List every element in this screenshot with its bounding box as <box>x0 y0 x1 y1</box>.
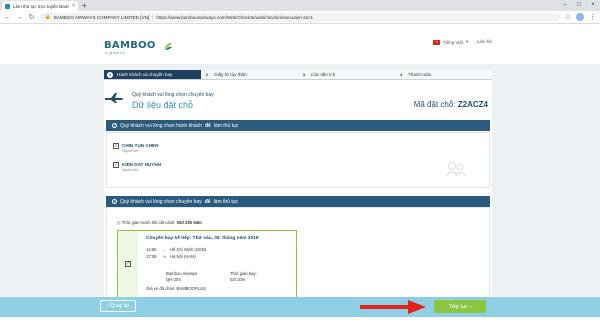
departure-row: 14:55 ○ Hồ Chí Minh (SGN) <box>146 247 206 252</box>
section-title: Quý khách vui lòng chọn chuyến bay <box>120 198 202 205</box>
flight-select-area[interactable]: ✓ <box>118 231 138 297</box>
airline-info: Bamboo Airways QH-204 <box>166 271 197 283</box>
airplane-icon <box>105 93 123 103</box>
arrival-plane-icon: ✈ <box>163 254 167 259</box>
favicon-icon <box>5 3 10 9</box>
people-icon <box>445 162 467 177</box>
browser-menu-icon[interactable]: ⋮ <box>589 13 596 21</box>
section-title-bold: để <box>205 122 211 129</box>
departure-time: 14:55 <box>146 247 157 252</box>
site-header: BAMBOO AIRWAYS Tiếng Việt ▾ Liên hệ <box>0 24 600 64</box>
new-tab-button[interactable]: + <box>82 1 87 10</box>
secure-site-label: BAMBOO AIRWAYS COMPANY LIMITED [VN] <box>53 14 150 20</box>
bamboo-leaf-icon <box>164 42 172 50</box>
check-circle-icon: ✓ <box>112 199 117 204</box>
section-title-bold: để <box>204 198 211 205</box>
step-number: 1 <box>107 71 113 78</box>
flight-list: ◷ Thời gian trước khi cất cánh: 00d 23h … <box>106 207 490 300</box>
step-label: Hành khách và chuyến bay <box>117 72 173 77</box>
url-text[interactable]: https://www.bamboosairways.com/Web/Check… <box>156 15 313 20</box>
close-window-button[interactable]: × <box>586 0 600 10</box>
section-title-end: làm thủ tục <box>213 198 239 205</box>
flight-duration: Thời gian bay: 02t 10m <box>230 271 257 283</box>
footer-action-bar <box>0 297 600 317</box>
chevron-down-icon: ▾ <box>466 39 469 44</box>
arrival-row: 17:05 ✈ Hà Nội (HAN) <box>146 254 196 259</box>
duration-value: 02t 10m <box>230 277 246 282</box>
passenger-name: KIEN DAT HUYNH <box>122 162 161 167</box>
passenger-type: Người lớn <box>122 149 139 153</box>
contact-link[interactable]: Liên hệ <box>477 39 492 44</box>
flight-option[interactable]: ✓ Chuyến bay kế tiếp: Thứ sáu, 05. tháng… <box>117 230 297 298</box>
lock-icon: 🔒 <box>45 14 51 19</box>
bookmark-star-icon[interactable]: ☆ <box>565 13 571 21</box>
progress-steps: 1 Hành khách và chuyến bay 2 Giấy tờ tùy… <box>104 70 492 80</box>
passenger-checkbox[interactable]: ✓ <box>113 162 119 168</box>
back-arrow-icon[interactable]: ← <box>4 14 11 21</box>
language-label: Tiếng Việt <box>443 39 464 45</box>
booking-subtitle: Quý khách vui lòng chọn chuyến bay <box>132 92 214 98</box>
time-left-label: Thời gian trước khi cất cánh: <box>121 220 176 225</box>
step-extras[interactable]: 3 Các tiện ích <box>298 70 395 80</box>
section-title: Quý khách vui lòng chọn hành khách <box>120 122 202 129</box>
departure-dot-icon: ○ <box>163 247 166 252</box>
logo-text: BAMBOO <box>104 40 156 51</box>
bamboo-logo[interactable]: BAMBOO AIRWAYS <box>104 40 172 55</box>
back-button[interactable]: ‹ Quay lại <box>100 300 136 312</box>
flight-number: QH-204 <box>166 277 181 282</box>
continue-button[interactable]: Tiếp tục › <box>434 300 486 313</box>
step-number: 4 <box>399 71 403 77</box>
step-label: Giấy tờ tùy thân <box>214 72 247 77</box>
step-number: 3 <box>302 71 306 77</box>
flights-section-header: ✓ Quý khách vui lòng chọn chuyến bay để … <box>106 196 490 207</box>
window-controls: – □ × <box>558 0 600 10</box>
booking-code-label: Mã đặt chỗ: <box>413 100 456 109</box>
browser-tab-bar: Làm thủ tục trực tuyến Bamboo ... × + – … <box>0 0 600 11</box>
minimize-button[interactable]: – <box>558 0 572 10</box>
vietnam-flag-icon <box>433 39 440 45</box>
tab-close-icon[interactable]: × <box>72 3 75 9</box>
reload-icon[interactable]: ↻ <box>28 13 35 21</box>
forward-arrow-icon[interactable]: → <box>16 14 23 21</box>
profile-avatar[interactable] <box>576 13 584 21</box>
time-left-value: 00d 23h 54m <box>176 220 202 225</box>
arrival-place: Hà Nội (HAN) <box>170 254 196 259</box>
flight-checkbox[interactable]: ✓ <box>125 261 131 267</box>
bottom-strip <box>0 317 600 325</box>
maximize-button[interactable]: □ <box>572 0 586 10</box>
booking-code-value: Z2ACZ4 <box>457 100 488 109</box>
section-title-end: làm thủ tục <box>213 122 239 129</box>
content-panel: Quý khách vui lòng chọn chuyến bay Dữ li… <box>104 80 492 300</box>
passenger-name: CHIN YUN CHEN <box>122 143 159 148</box>
step-payment[interactable]: 4 Thanh toán <box>395 70 492 80</box>
step-number: 2 <box>205 71 209 77</box>
passenger-type: Người lớn <box>122 168 139 172</box>
browser-tab[interactable]: Làm thủ tục trực tuyến Bamboo ... × <box>2 1 78 11</box>
arrival-time: 17:05 <box>146 254 157 259</box>
tab-title: Làm thủ tục trực tuyến Bamboo ... <box>13 3 69 9</box>
booking-code: Mã đặt chỗ: Z2ACZ4 <box>414 100 488 109</box>
passenger-item[interactable]: ✓ KIEN DAT HUYNH Người lớn <box>113 162 161 172</box>
check-circle-icon: ✓ <box>112 123 117 128</box>
language-selector[interactable]: Tiếng Việt ▾ <box>433 39 468 45</box>
passenger-checkbox[interactable]: ✓ <box>113 143 119 149</box>
passenger-list: ✓ CHIN YUN CHEN Người lớn ✓ KIEN DAT HUY… <box>106 132 490 188</box>
time-before-departure: ◷ Thời gian trước khi cất cánh: 00d 23h … <box>117 220 202 225</box>
passengers-section-header: ✓ Quý khách vui lòng chọn hành khách để … <box>106 120 490 131</box>
departure-place: Hồ Chí Minh (SGN) <box>170 247 207 252</box>
booking-title: Dữ liệu đặt chỗ <box>132 100 194 110</box>
flight-title: Chuyến bay kế tiếp: Thứ sáu, 05. tháng n… <box>146 236 259 241</box>
logo-subtext: AIRWAYS <box>105 51 126 55</box>
clock-icon: ◷ <box>117 220 121 225</box>
step-label: Thanh toán <box>408 72 432 77</box>
passenger-item[interactable]: ✓ CHIN YUN CHEN Người lớn <box>113 143 158 153</box>
browser-toolbar: ← → ↻ 🔒 BAMBOO AIRWAYS COMPANY LIMITED [… <box>0 11 600 24</box>
step-documents[interactable]: 2 Giấy tờ tùy thân <box>201 70 298 80</box>
step-passengers-flights[interactable]: 1 Hành khách và chuyến bay <box>104 70 201 80</box>
address-bar[interactable]: 🔒 BAMBOO AIRWAYS COMPANY LIMITED [VN] | … <box>40 12 560 22</box>
fare-type: Giá vé đã chọn: BAMBOOPLUS <box>146 286 206 291</box>
booking-header: Quý khách vui lòng chọn chuyến bay Dữ li… <box>132 92 214 110</box>
step-label: Các tiện ích <box>311 72 336 77</box>
red-arrow-icon <box>360 300 426 314</box>
